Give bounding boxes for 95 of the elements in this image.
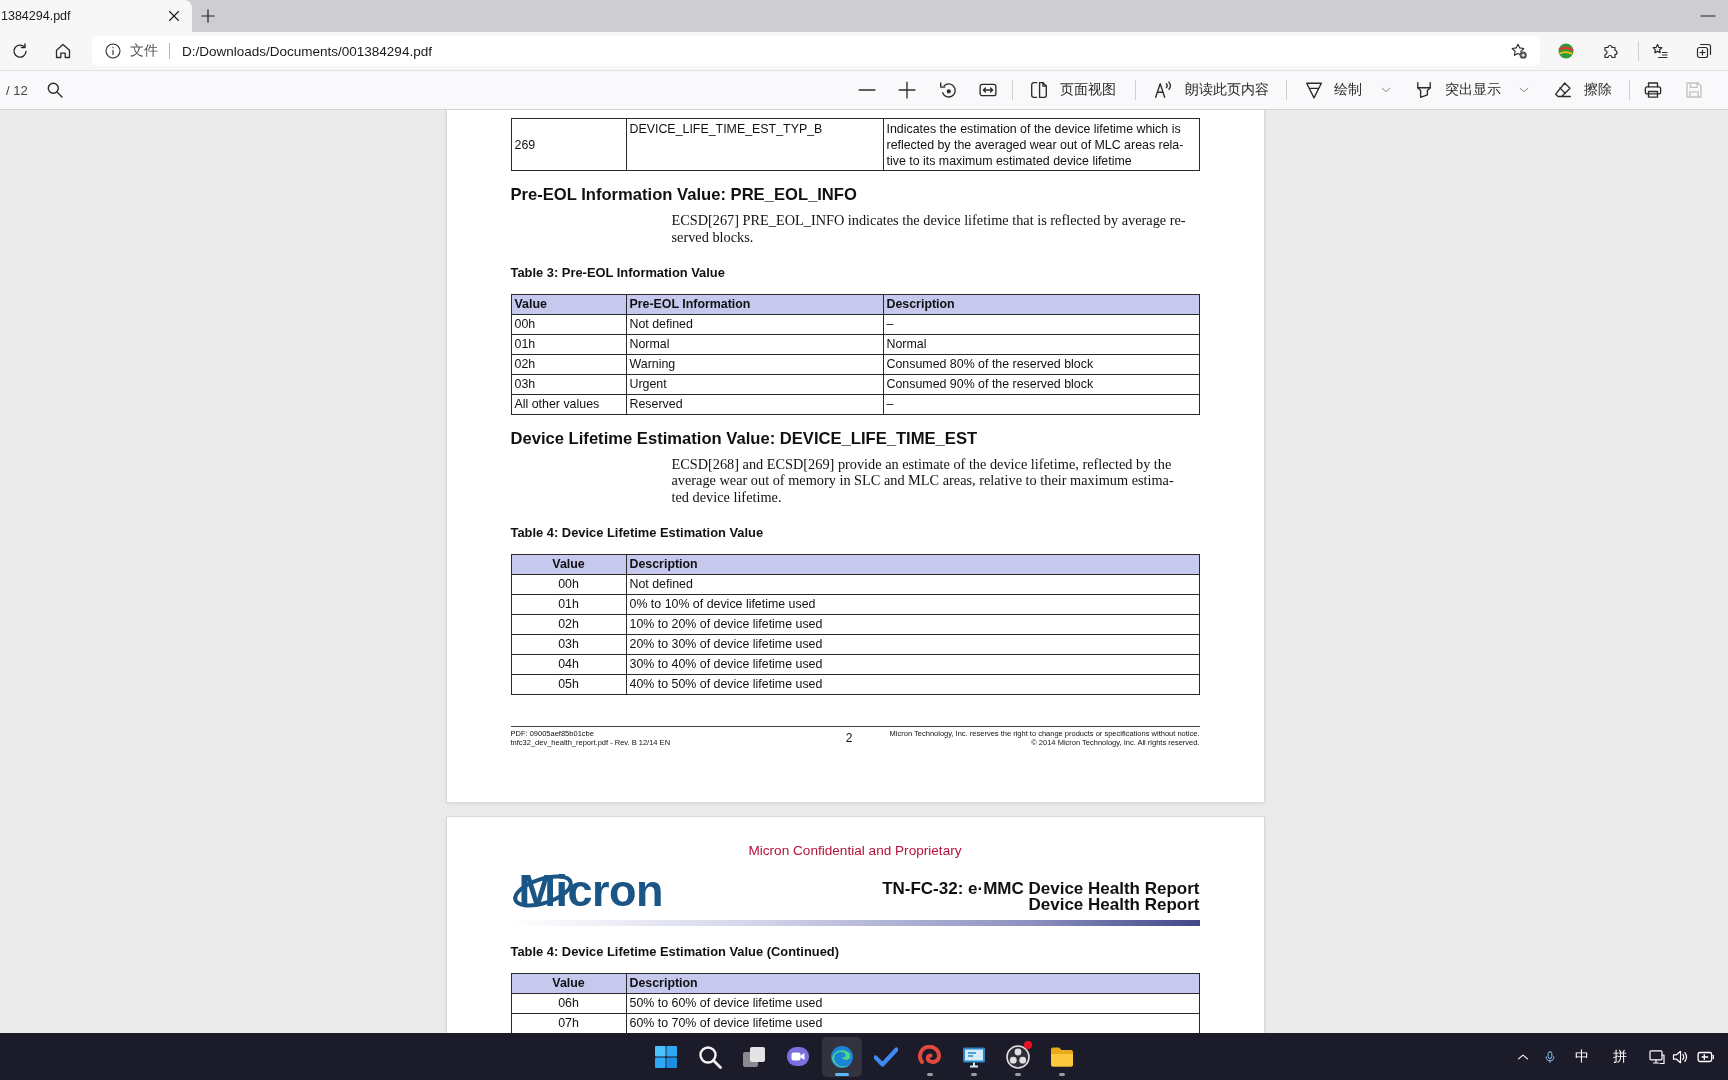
table-cell: – — [883, 314, 1199, 334]
column-header: Value — [511, 973, 626, 993]
table-cell: 00h — [511, 574, 626, 594]
circle-emblem-icon[interactable] — [1006, 1044, 1030, 1069]
table-cell: Not defined — [626, 314, 883, 334]
table-cell: Urgent — [626, 374, 883, 394]
table-cell: Not defined — [626, 574, 1199, 594]
read-aloud-button[interactable]: 朗读此页内容 — [1154, 81, 1269, 99]
table-cell: 269 — [511, 118, 626, 171]
table-cell: Warning — [626, 354, 883, 374]
text-sound-icon — [1154, 81, 1172, 99]
plus-icon[interactable] — [898, 81, 916, 99]
address-field[interactable]: 文件 D:/Downloads/Documents/001384294.pdf — [92, 36, 1540, 66]
document-title: TN-FC-32: e·MMC Device Health Report — [882, 881, 1200, 897]
table-cell: Indicates the estimation of the device lifetime which is reflected by the averaged wear out of MLC areas rela- tive to its maximum estimated device lifetime — [883, 118, 1199, 171]
input-method-indicator[interactable]: 拼 — [1613, 1047, 1627, 1066]
table-cell: Normal — [883, 334, 1199, 354]
highlight-button[interactable]: 突出显示 — [1415, 81, 1501, 99]
plus-icon[interactable] — [201, 9, 215, 23]
body-paragraph: ECSD[268] and ECSD[269] provide an estimate of the device lifetime, reflected by the average wear out of memory in SLC and MLC areas, relative to their maximum estima- ted device lifetime. — [671, 455, 1175, 505]
microphone-icon[interactable] — [1544, 1050, 1556, 1063]
puzzle-piece-icon[interactable] — [1603, 43, 1619, 59]
eraser-icon — [1554, 81, 1572, 99]
house-icon[interactable] — [55, 43, 71, 59]
rotate-icon[interactable] — [939, 81, 957, 99]
pages-icon — [1030, 81, 1048, 99]
column-header: Value — [511, 294, 626, 314]
input-language-indicator[interactable]: 中 — [1575, 1047, 1589, 1066]
speaker-icon[interactable] — [1672, 1048, 1688, 1065]
page-number: 2 — [845, 729, 853, 745]
caret-down-icon[interactable] — [1381, 85, 1391, 95]
section-heading: Pre-EOL Information Value: PRE_EOL_INFO — [510, 185, 858, 205]
table-cell: 40% to 50% of device lifetime used — [626, 674, 1199, 694]
swirl-icon[interactable] — [830, 1044, 854, 1069]
table-cell: 05h — [511, 674, 626, 694]
document-subtitle: Device Health Report — [1027, 897, 1200, 913]
page-count: / 12 — [6, 82, 28, 98]
printer-icon[interactable] — [1644, 81, 1662, 99]
table-cell: 00h — [511, 314, 626, 334]
confidential-notice: Micron Confidential and Proprietary — [747, 843, 963, 859]
pen-nib-icon — [1305, 81, 1323, 99]
network-monitor-icon[interactable] — [1649, 1048, 1665, 1065]
column-header: Description — [883, 294, 1199, 314]
table-cell: 10% to 20% of device lifetime used — [626, 614, 1199, 634]
colored-ball-icon[interactable] — [1558, 43, 1574, 59]
table-cell: 04h — [511, 654, 626, 674]
column-header: Description — [626, 973, 1199, 993]
checkmark-icon[interactable] — [874, 1044, 898, 1069]
four-squares-icon[interactable] — [654, 1044, 678, 1069]
squares-plus-icon[interactable] — [1696, 43, 1712, 59]
table-cell: 50% to 60% of device lifetime used — [626, 993, 1199, 1013]
table-cell: Normal — [626, 334, 883, 354]
search-icon[interactable] — [46, 82, 63, 98]
table-caption: Table 4: Device Lifetime Estimation Value — [510, 524, 765, 542]
star-plus-icon[interactable] — [1511, 43, 1527, 59]
search-icon[interactable] — [698, 1044, 722, 1069]
stacked-windows-icon[interactable] — [742, 1044, 766, 1069]
browser-tab[interactable]: 1384294.pdf — [0, 0, 192, 32]
column-header: Description — [626, 554, 1199, 574]
info-icon[interactable] — [105, 43, 121, 59]
page-view-button[interactable]: 页面视图 — [1030, 81, 1116, 99]
table-cell: 03h — [511, 634, 626, 654]
table-cell: 03h — [511, 374, 626, 394]
table-caption: Table 3: Pre-EOL Information Value — [510, 264, 726, 282]
table-cell: Reserved — [626, 394, 883, 414]
table-cell: DEVICE_LIFE_TIME_EST_TYP_B — [626, 118, 883, 171]
table-cell: Consumed 80% of the reserved block — [883, 354, 1199, 374]
double-arrow-box-icon[interactable] — [979, 81, 997, 99]
table-cell: 20% to 30% of device lifetime used — [626, 634, 1199, 654]
draw-button[interactable]: 绘制 — [1305, 81, 1362, 99]
taskbar-button[interactable] — [822, 1036, 862, 1077]
caret-down-icon[interactable] — [1519, 85, 1529, 95]
column-header: Value — [511, 554, 626, 574]
table-cell: Consumed 90% of the reserved block — [883, 374, 1199, 394]
table-cell: 30% to 40% of device lifetime used — [626, 654, 1199, 674]
star-list-icon[interactable] — [1652, 43, 1668, 59]
erase-button[interactable]: 擦除 — [1554, 81, 1612, 99]
table-cell: 01h — [511, 594, 626, 614]
table-cell: 02h — [511, 354, 626, 374]
close-icon[interactable] — [168, 10, 180, 22]
chat-camera-icon[interactable] — [786, 1044, 810, 1069]
section-heading: Device Lifetime Estimation Value: DEVICE_LIFE_TIME_EST — [510, 428, 979, 449]
refresh-icon[interactable] — [12, 43, 28, 59]
table-cell: All other values — [511, 394, 626, 414]
table-cell: 02h — [511, 614, 626, 634]
table-cell: – — [883, 394, 1199, 414]
table-cell: 06h — [511, 993, 626, 1013]
table-cell: 0% to 10% of device lifetime used — [626, 594, 1199, 614]
url-text[interactable]: D:/Downloads/Documents/001384294.pdf — [182, 43, 432, 59]
table-cell: 01h — [511, 334, 626, 354]
body-paragraph: ECSD[267] PRE_EOL_INFO indicates the device lifetime that is reflected by average re- served blocks. — [671, 212, 1187, 245]
column-header: Pre-EOL Information — [626, 294, 883, 314]
site-info-label[interactable]: 文件 — [130, 42, 158, 60]
highlighter-icon — [1415, 81, 1433, 99]
table-caption: Table 4: Device Lifetime Estimation Value (Continued) — [510, 943, 841, 961]
